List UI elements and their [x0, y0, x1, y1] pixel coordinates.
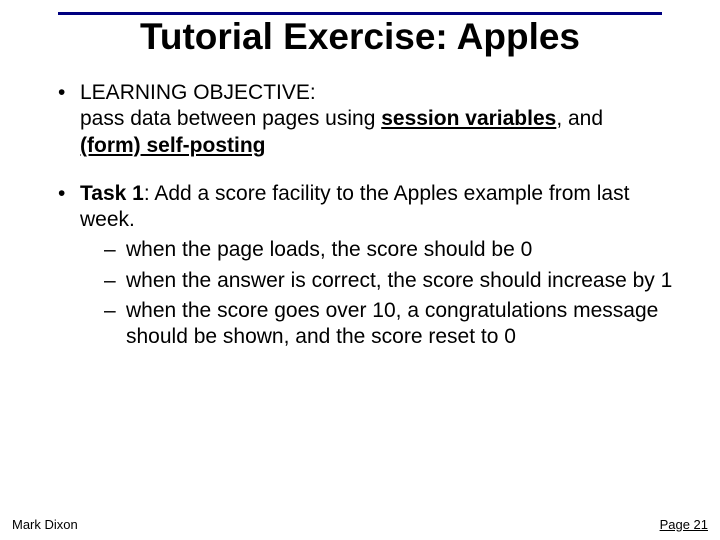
slide-body: • LEARNING OBJECTIVE: pass data between … — [58, 80, 680, 372]
task-sub-1: – when the page loads, the score should … — [80, 237, 680, 263]
objective-session-vars: session variables — [381, 107, 556, 130]
task-text: Task 1: Add a score facility to the Appl… — [80, 181, 680, 351]
slide: Tutorial Exercise: Apples • LEARNING OBJ… — [0, 0, 720, 540]
task-sub-2: – when the answer is correct, the score … — [80, 268, 680, 294]
dash-icon: – — [104, 237, 126, 263]
task-bullet: • Task 1: Add a score facility to the Ap… — [58, 181, 680, 351]
footer: Mark Dixon Page 21 — [12, 517, 708, 532]
dash-icon: – — [104, 268, 126, 294]
footer-author: Mark Dixon — [12, 517, 78, 532]
title-rule — [58, 12, 662, 15]
objective-text: LEARNING OBJECTIVE: pass data between pa… — [80, 80, 680, 159]
task-sub-1-text: when the page loads, the score should be… — [126, 237, 680, 263]
task-sub-3-text: when the score goes over 10, a congratul… — [126, 298, 680, 351]
objective-self-posting: (form) self-posting — [80, 134, 265, 157]
task-sub-2-text: when the answer is correct, the score sh… — [126, 268, 680, 294]
objective-line-mid: , and — [556, 107, 603, 130]
task-label: Task 1 — [80, 182, 144, 205]
slide-title: Tutorial Exercise: Apples — [0, 16, 720, 58]
objective-bullet: • LEARNING OBJECTIVE: pass data between … — [58, 80, 680, 159]
task-sub-3: – when the score goes over 10, a congrat… — [80, 298, 680, 351]
objective-line-pre: pass data between pages using — [80, 107, 381, 130]
objective-label: LEARNING OBJECTIVE: — [80, 81, 316, 104]
bullet-dot: • — [58, 181, 80, 351]
task-desc: : Add a score facility to the Apples exa… — [80, 182, 629, 231]
footer-page: Page 21 — [660, 517, 708, 532]
bullet-dot: • — [58, 80, 80, 159]
dash-icon: – — [104, 298, 126, 351]
